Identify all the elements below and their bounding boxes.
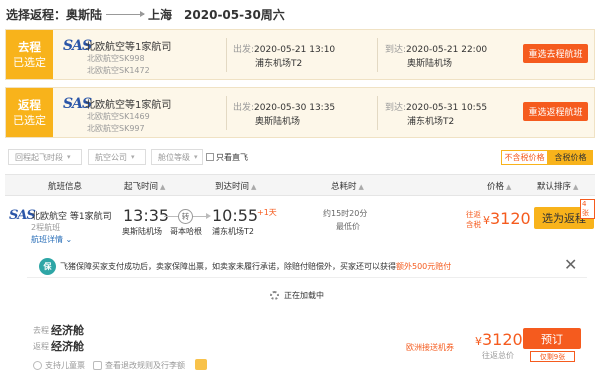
ret-cabin-value: 经济舱	[51, 340, 84, 353]
segment-arrival: 到达:2020-05-31 10:55	[385, 103, 488, 113]
segment-departure: 出发:2020-05-21 13:10	[233, 45, 336, 55]
segment-arr-airport: 奥斯陆机场	[407, 59, 453, 69]
segment-dep-airport: 奥斯陆机场	[255, 117, 301, 127]
guarantee-notice: 保 飞猪保障买家支付成功后，卖家保障出票，如卖家未履行承诺，除赔付赔偿外，买家还…	[27, 255, 587, 278]
reselect-outbound-button[interactable]: 重选去程航班	[523, 44, 588, 63]
offer-price-note: 往返总价	[482, 351, 514, 360]
col-arr-sort[interactable]: 到达时间 ▲	[215, 180, 256, 192]
col-info: 航班信息	[48, 182, 83, 192]
cabin-offer-row: 去程 经济舱 返程 经济舱 支持儿童票 查看退改规则及行李额 欧洲接送机券 ¥3…	[27, 320, 595, 378]
price-excl-tax-toggle[interactable]: 不含税价格	[501, 150, 548, 165]
segment-flight-no: 北欧航空SK997	[87, 124, 145, 133]
flight-airline: 北欧航空 等1家航司	[31, 212, 112, 222]
origin-city: 奥斯陆	[66, 7, 103, 22]
eye-icon	[33, 361, 42, 370]
sort-icon: ▲	[573, 183, 579, 191]
segment-badge: 去程 已选定	[6, 30, 53, 79]
destination-city: 上海	[148, 7, 173, 22]
segment-departure: 出发:2020-05-30 13:35	[233, 103, 336, 113]
segment-airline: 北欧航空等1家航司	[85, 42, 172, 53]
trip-date: 2020-05-30周六	[184, 7, 285, 22]
sort-icon: ▲	[251, 183, 257, 191]
segment-airline: 北欧航空等1家航司	[85, 100, 172, 111]
flight-legs: 2程航班	[31, 223, 61, 232]
vip-icon	[195, 359, 207, 370]
segment-arrival: 到达:2020-05-21 22:00	[385, 45, 488, 55]
price-label-roundtrip: 往返	[466, 210, 481, 219]
route-arrow-icon	[206, 213, 211, 219]
selected-outbound-segment: 去程 已选定 SAS 北欧航空等1家航司 北欧航空SK998 北欧航空SK147…	[5, 29, 595, 80]
chevron-down-icon: ▾	[194, 153, 198, 161]
offer-price: ¥3120	[475, 330, 523, 349]
transfer-city: 哥本哈根	[170, 227, 202, 236]
divider	[226, 38, 227, 72]
promo-text: 欧洲接送机券	[406, 343, 454, 352]
sort-icon: ▲	[358, 183, 364, 191]
rules-link[interactable]: 查看退改规则及行李额	[93, 360, 185, 371]
divider	[377, 38, 378, 72]
filter-bar: 回程起飞时段 ▾ 航空公司 ▾ 舱位等级 ▾ 只看直飞 不含税价格 含税价格	[5, 146, 595, 168]
child-ticket-note: 支持儿童票	[33, 360, 85, 371]
title-prefix: 选择返程：	[6, 7, 67, 22]
price-incl-tax-toggle[interactable]: 含税价格	[548, 150, 593, 165]
spinner-icon	[270, 291, 279, 300]
close-icon[interactable]: ✕	[564, 255, 577, 274]
flight-arr-time: 10:55	[212, 206, 259, 225]
route-arrow-icon	[106, 10, 146, 17]
segment-badge: 返程 已选定	[6, 88, 53, 137]
ret-cabin-label: 返程	[33, 342, 49, 351]
document-icon	[93, 361, 102, 370]
col-price-sort[interactable]: 价格 ▲	[487, 180, 511, 192]
airline-filter-select[interactable]: 航空公司 ▾	[88, 149, 146, 165]
seats-left-tag: 仅剩9张	[530, 351, 575, 362]
direct-only-checkbox[interactable]: 只看直飞	[206, 149, 248, 165]
shield-icon: 保	[39, 258, 56, 275]
col-total-sort[interactable]: 总耗时 ▲	[331, 180, 364, 192]
flight-result-row: SAS 北欧航空 等1家航司 2程航班 航班详情 ⌄ 13:35 奥斯陆机场 转…	[5, 197, 595, 249]
divider	[377, 96, 378, 130]
chevron-down-icon: ⌄	[65, 235, 73, 244]
segment-flight-no: 北欧航空SK998	[87, 54, 145, 63]
flight-duration: 约15时20分	[323, 209, 368, 218]
segment-flight-no: 北欧航空SK1472	[87, 66, 150, 75]
trip-title: 选择返程： 奥斯陆 上海 2020-05-30周六	[6, 6, 285, 22]
go-cabin-label: 去程	[33, 326, 49, 335]
segment-dep-airport: 浦东机场T2	[255, 59, 303, 69]
flight-dep-time: 13:35	[123, 206, 170, 225]
transfer-icon: 转	[178, 209, 193, 224]
go-cabin-value: 经济舱	[51, 324, 84, 337]
time-filter-select[interactable]: 回程起飞时段 ▾	[8, 149, 82, 165]
col-default-sort[interactable]: 默认排序 ▲	[537, 180, 578, 192]
cabin-filter-select[interactable]: 舱位等级 ▾	[151, 149, 203, 165]
segment-flight-no: 北欧航空SK1469	[87, 112, 150, 121]
results-header: 航班信息 起飞时间 ▲ 到达时间 ▲ 总耗时 ▲ 价格 ▲ 默认排序 ▲	[5, 174, 595, 196]
plus-day-badge: +1天	[257, 208, 277, 217]
selected-return-segment: 返程 已选定 SAS 北欧航空等1家航司 北欧航空SK1469 北欧航空SK99…	[5, 87, 595, 138]
divider	[226, 96, 227, 130]
segment-arr-airport: 浦东机场T2	[407, 117, 455, 127]
chevron-down-icon: ▾	[67, 153, 71, 161]
chevron-down-icon: ▾	[131, 153, 135, 161]
loading-indicator: 正在加载中	[270, 290, 324, 301]
reselect-return-button[interactable]: 重选返程航班	[523, 102, 588, 121]
flight-price: ¥3120	[483, 209, 531, 228]
flight-dep-airport: 奥斯陆机场	[122, 227, 162, 236]
book-button[interactable]: 预订	[523, 328, 581, 349]
price-label-tax: 含税	[466, 220, 481, 229]
seats-left-badge: 4张	[580, 199, 595, 219]
lowest-price-note: 最低价	[336, 222, 360, 231]
notice-text: 飞猪保障买家支付成功后，卖家保障出票，如卖家未履行承诺，除赔付赔偿外，买家还可以…	[60, 262, 452, 271]
flight-detail-link[interactable]: 航班详情 ⌄	[31, 234, 72, 245]
sort-icon: ▲	[506, 183, 512, 191]
col-dep-sort[interactable]: 起飞时间 ▲	[124, 180, 165, 192]
sort-icon: ▲	[160, 183, 166, 191]
flight-arr-airport: 浦东机场T2	[212, 227, 254, 236]
